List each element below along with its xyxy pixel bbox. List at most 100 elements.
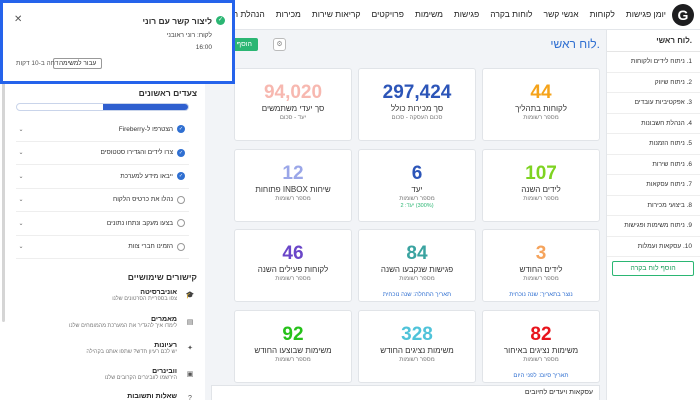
empty-circle-icon (177, 242, 185, 251)
chevron-down-icon[interactable]: ⌄ (16, 196, 26, 203)
chevron-down-icon[interactable]: ⌄ (16, 149, 26, 156)
toast-title: ליצור קשר עם רוני (142, 16, 212, 26)
kpi-value: 297,424 (382, 82, 452, 103)
kpi-value: 94,020 (263, 82, 323, 103)
kpi-filter-link[interactable]: תאריך סיום: לפני היום (483, 373, 599, 379)
kpi-label: משימות נציגים החודש (380, 346, 454, 355)
nav-item[interactable]: לקוחות (590, 9, 615, 19)
kpi-card[interactable]: 46 לקוחות פעילים השנה מספר רשומות (234, 229, 352, 302)
kpi-sublabel: מספר רשומות (275, 276, 311, 282)
kpi-value: 84 (406, 243, 428, 264)
link-description: יש לכם רעיון חדש? שתפו אותנו בקהילה (86, 349, 177, 355)
kpi-card[interactable]: 12 שיחות INBOX פתוחות מספר רשומות (234, 149, 352, 222)
snooze-button[interactable]: דחה ב-10 דקות (16, 60, 58, 67)
kpi-label: לידים החודש (519, 265, 563, 274)
kpi-card[interactable]: 107 לידים השנה מספר רשומות (482, 149, 600, 222)
kpi-card[interactable]: 94,020 סך יעדי משתמשים יעד - סכום (234, 68, 352, 141)
nav-item[interactable]: פרויקטים (371, 9, 404, 19)
sidebar-item[interactable]: 4. הנהלת חשבונות (607, 114, 700, 134)
chevron-down-icon[interactable]: ⌄ (16, 126, 26, 133)
kpi-value: 107 (525, 163, 557, 184)
main-content: .לוח ראשי הוסף ווידג'ט ⚙ 44לקוחות בתהליך… (205, 30, 606, 400)
nav-item[interactable]: אנשי קשר (544, 9, 579, 19)
chevron-down-icon[interactable]: ⌄ (16, 220, 26, 227)
sidebar-item[interactable]: 2. ניתוח שיווק (607, 73, 700, 93)
settings-icon[interactable]: ⚙ (273, 38, 286, 51)
app-logo[interactable]: G (672, 4, 694, 26)
toast-client: לקוח: רוני ראובני (166, 32, 212, 39)
onboarding-step[interactable]: ✓ ייבאו מידע למערכת ⌄ (16, 165, 189, 189)
useful-link[interactable]: מאמרים לימדו איך להגדיר את המערכת מהמומחי… (17, 316, 177, 329)
dashboard-sidebar: .לוח ראשי 1. ניתוח לידים ולקוחות 2. ניתוח… (606, 30, 700, 400)
step-label: בצעו מעקב ונתחו נתונים (106, 219, 173, 227)
onboarding-step[interactable]: הזמינו חברי צוות ⌄ (16, 236, 189, 259)
onboarding-step[interactable]: בצעו מעקב ונתחו נתונים ⌄ (16, 212, 189, 236)
add-dashboard-button[interactable]: הוסף לוח בקרה (612, 261, 694, 276)
kpi-card[interactable]: 44 לקוחות בתהליך מספר רשומות (482, 68, 600, 141)
onboarding-steps: ✓ הצטרפו ל-Fireberry ⌄ ✓ צרו לידים והגדירו ס… (16, 118, 189, 259)
sidebar-item[interactable]: 8. ביצועי מכירות (607, 196, 700, 216)
kpi-label: לידים השנה (521, 185, 561, 194)
kpi-label: משימות נציגים באיחור (503, 346, 579, 355)
check-icon: ✓ (216, 16, 225, 25)
nav-item[interactable]: משימות (415, 9, 443, 19)
onboarding-step[interactable]: נהלו את כרטיס הלקוח ⌄ (16, 189, 189, 212)
kpi-value: 12 (282, 163, 304, 184)
step-label: צרו לידים והגדירו סטטוסים (100, 149, 174, 157)
video-icon: ▣ (186, 371, 194, 378)
sidebar-item[interactable]: 3. אפקטיביות עובדים (607, 93, 700, 114)
sidebar-item[interactable]: 10. עסקאות ועמלות (607, 237, 700, 257)
nav-item[interactable]: יומן פגישות (626, 9, 666, 19)
kpi-card[interactable]: 82 משימות נציגים באיחור מספר רשומות תאריך ס… (482, 310, 600, 383)
book-icon: ▤ (186, 319, 194, 326)
kpi-card[interactable]: 3 לידים החודש מספר רשומות נוצר בתאריך: שנה … (482, 229, 600, 302)
toast-time: 16:00 (195, 44, 212, 51)
useful-link[interactable]: אוניברסיטה צפו בספריית הסרטונים שלנו (17, 289, 177, 302)
scrollbar[interactable] (2, 82, 5, 322)
first-steps-title: צעדים ראשונים (138, 88, 197, 98)
nav-item[interactable]: קריאות שירות (312, 9, 361, 19)
kpi-label: משימות שבוצעו החודש (254, 346, 332, 355)
kpi-label: פגישות שנקבעו השנה (380, 265, 454, 274)
onboarding-step[interactable]: ✓ צרו לידים והגדירו סטטוסים ⌄ (16, 142, 189, 165)
kpi-sublabel: מספר רשומות (399, 276, 435, 282)
sidebar-title[interactable]: .לוח ראשי (607, 30, 700, 52)
kpi-label: סך מכירות כולל (390, 104, 444, 113)
useful-link[interactable]: רעיונות יש לכם רעיון חדש? שתפו אותנו בקהי… (17, 342, 177, 355)
chevron-down-icon[interactable]: ⌄ (16, 173, 26, 180)
kpi-card[interactable]: 84 פגישות שנקבעו השנה מספר רשומות תאריך התח… (358, 229, 476, 302)
kpi-sublabel: סכום העסקה - סכום (391, 115, 443, 121)
sidebar-item[interactable]: 7. ניתוח עסקאות (607, 175, 700, 196)
useful-link[interactable]: וובינרים הירשמו לוובינרים הקרובים שלנו (17, 368, 177, 381)
useful-links-title: קישורים שימושיים (127, 272, 197, 282)
kpi-card[interactable]: 328 משימות נציגים החודש מספר רשומות (358, 310, 476, 383)
sidebar-item[interactable]: 5. ניתוח הזמנות (607, 134, 700, 155)
nav-item[interactable]: מכירות (276, 9, 301, 19)
kpi-sublabel: מספר רשומות (523, 276, 559, 282)
go-to-task-button[interactable]: עבור למשימה (53, 58, 103, 69)
progress-fill (102, 104, 188, 110)
sidebar-item[interactable]: 9. ניתוח משימות ופגישות (607, 216, 700, 237)
kpi-sublabel: מספר רשומות (523, 196, 559, 202)
kpi-card[interactable]: 6 יעד מספר רשומות (300%) יעד: 2 (358, 149, 476, 222)
link-description: הירשמו לוובינרים הקרובים שלנו (104, 375, 177, 381)
nav-item[interactable]: לוחות בקרה (490, 9, 532, 19)
kpi-value: 3 (535, 243, 547, 264)
deals-targets-widget: עסקאות ויעדים לחיובים (211, 385, 600, 400)
kpi-sublabel: יעד - סכום (279, 115, 307, 121)
kpi-card[interactable]: 92 משימות שבוצעו החודש מספר רשומות (234, 310, 352, 383)
kpi-filter-link[interactable]: נוצר בתאריך: שנה נוכחית (483, 292, 599, 298)
chevron-down-icon[interactable]: ⌄ (16, 243, 26, 250)
kpi-filter-link[interactable]: תאריך התחלה: שנה נוכחית (359, 292, 475, 298)
nav-item[interactable]: פגישות (454, 9, 479, 19)
kpi-sublabel: מספר רשומות (399, 357, 435, 363)
onboarding-panel: צעדים ראשונים ✓ הצטרפו ל-Fireberry ⌄ ✓ צרו ל… (0, 82, 205, 400)
kpi-card[interactable]: 297,424 סך מכירות כולל סכום העסקה - סכום (358, 68, 476, 141)
onboarding-step[interactable]: ✓ הצטרפו ל-Fireberry ⌄ (16, 118, 189, 142)
sidebar-item[interactable]: 6. ניתוח שירות (607, 155, 700, 175)
sidebar-item[interactable]: 1. ניתוח לידים ולקוחות (607, 52, 700, 73)
close-icon[interactable]: ✕ (14, 14, 22, 25)
kpi-label: לקוחות פעילים השנה (257, 265, 329, 274)
link-title: רעיונות (154, 342, 177, 349)
useful-link[interactable]: שאלות ותשובות (17, 393, 177, 400)
